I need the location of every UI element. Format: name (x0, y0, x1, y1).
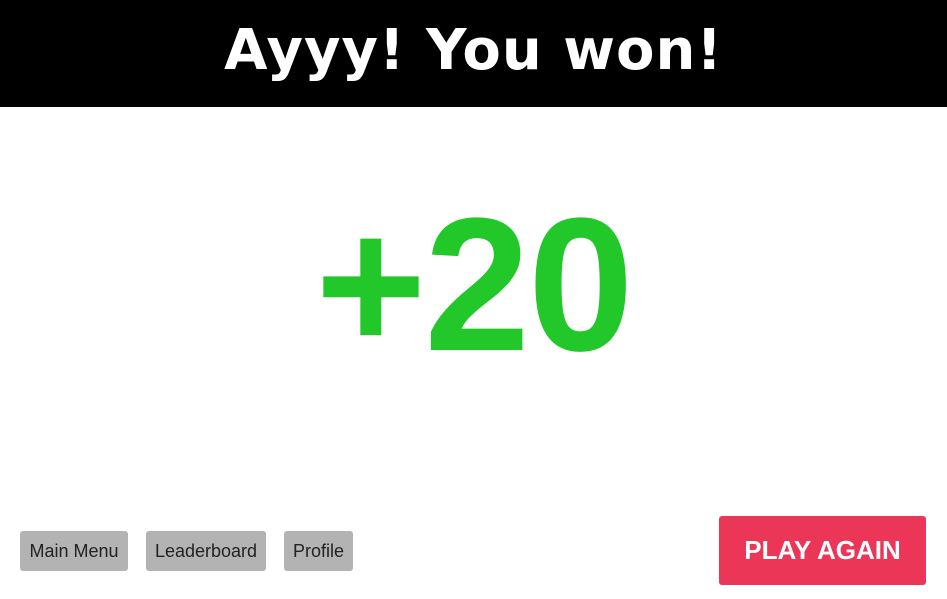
main-menu-button[interactable]: Main Menu (20, 531, 128, 571)
result-header: Ayyy! You won! (0, 0, 947, 107)
profile-button[interactable]: Profile (284, 531, 353, 571)
leaderboard-button[interactable]: Leaderboard (146, 531, 266, 571)
play-again-button[interactable]: PLAY AGAIN (719, 516, 926, 585)
result-title: Ayyy! You won! (224, 17, 723, 83)
score-change: +20 (315, 179, 633, 391)
